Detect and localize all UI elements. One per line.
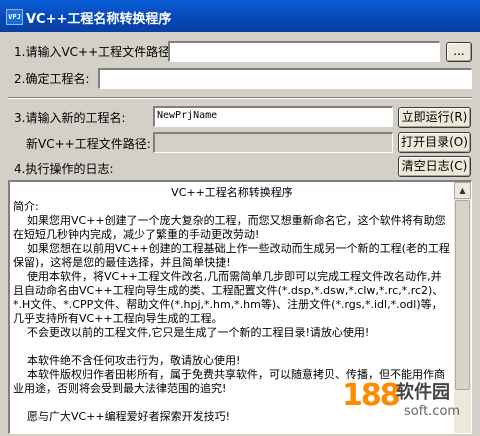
- new-path-label: 新VC++工程文件路径:: [26, 137, 151, 151]
- open-directory-button[interactable]: 打开目录(O): [398, 132, 471, 153]
- scroll-up-arrow-icon[interactable]: ▲: [454, 182, 471, 199]
- new-name-input[interactable]: NewPrjName: [153, 106, 393, 127]
- log-label: 4.执行操作的日志:: [14, 162, 114, 176]
- watermark-url: soft.com: [404, 404, 461, 419]
- watermark-logo-number: 188: [342, 378, 401, 413]
- run-button[interactable]: 立即运行(R): [398, 107, 471, 128]
- title-bar[interactable]: VPJ VC++工程名称转换程序: [0, 0, 480, 32]
- site-watermark: 188 软件园 soft.com: [334, 372, 480, 436]
- scroll-thumb[interactable]: [455, 200, 470, 390]
- watermark-brand: 软件园: [396, 382, 450, 403]
- browse-button[interactable]: ...: [446, 42, 472, 62]
- window-title: VC++工程名称转换程序: [26, 12, 172, 27]
- log-paragraph: 本软件绝不含任何攻击行为，敬请放心使用!: [13, 354, 241, 367]
- project-path-input[interactable]: [168, 41, 440, 62]
- log-paragraph: 如果您想在以前用VC++创建的工程基础上作一些改动而生成另一个新的工程(老的工程…: [13, 242, 450, 269]
- log-paragraph: 如果您用VC++创建了一个庞大复杂的工程，而您又想重新命名它，这个软件将有助您在…: [13, 214, 446, 241]
- app-icon: VPJ: [6, 9, 23, 25]
- new-name-label: 3.请输入新的工程名:: [14, 111, 126, 125]
- project-path-label: 1.请输入VC++工程文件路径:: [14, 45, 175, 59]
- new-path-field: [153, 132, 393, 153]
- project-name-input[interactable]: [98, 68, 472, 89]
- log-paragraph: 不会更改以前的工程文件,它只是生成了一个新的工程目录!请放心使用!: [13, 326, 370, 339]
- log-heading: VC++工程名称转换程序: [171, 186, 293, 199]
- log-paragraph: [13, 340, 451, 354]
- separator-line: [8, 97, 472, 99]
- log-paragraph: 简介:: [13, 200, 39, 213]
- project-name-label: 2.确定工程名:: [14, 72, 90, 86]
- clear-log-button[interactable]: 清空日志(C): [398, 156, 471, 177]
- log-paragraph: 使用本软件，将VC++工程文件改名,几而需简单几步即可以完成工程文件改名动作,并…: [13, 270, 444, 325]
